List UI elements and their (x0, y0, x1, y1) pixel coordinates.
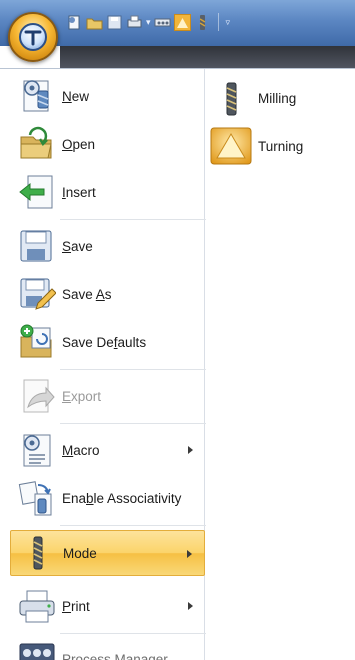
menu-divider (60, 423, 208, 424)
application-menu-button[interactable] (8, 12, 58, 62)
menu-item-insert[interactable]: Insert (10, 169, 205, 215)
menu-item-enable-associativity[interactable]: Enable Associativity (10, 475, 205, 521)
menu-item-label: Save Defaults (62, 334, 147, 350)
save-defaults-icon (18, 323, 56, 361)
command-list: New Open Insert Save Save As Save Defaul… (8, 69, 208, 660)
submenu-item-label: Milling (258, 90, 297, 106)
submenu-item-label: Turning (258, 138, 304, 154)
dropdown-arrow-icon[interactable]: ▾ (146, 17, 151, 28)
turning-icon (210, 127, 252, 165)
export-icon (18, 377, 56, 415)
menu-item-label: Process Manager (62, 651, 168, 660)
menu-item-export[interactable]: Export (10, 373, 205, 419)
menu-item-label: Print (62, 598, 90, 614)
menu-item-process-manager[interactable]: Process Manager (10, 636, 205, 660)
menu-divider (60, 633, 208, 634)
menu-item-label: Save (62, 238, 93, 254)
menu-divider (60, 369, 208, 370)
open-folder-icon[interactable] (86, 14, 103, 31)
print-icon (18, 587, 56, 625)
menu-item-save-defaults[interactable]: Save Defaults (10, 319, 205, 365)
menu-item-label: Mode (63, 545, 97, 561)
menu-item-new[interactable]: New (10, 73, 205, 119)
menu-item-save[interactable]: Save (10, 223, 205, 269)
new-file-icon[interactable] (66, 14, 83, 31)
application-menu: New Open Insert Save Save As Save Defaul… (0, 68, 355, 660)
menu-item-label: Macro (62, 442, 100, 458)
toolbar-separator (217, 13, 219, 31)
toolbar-icon[interactable] (154, 14, 171, 31)
submenu-arrow-icon (187, 550, 192, 558)
menu-divider (60, 219, 208, 220)
menu-divider (60, 525, 208, 526)
submenu-arrow-icon (188, 602, 193, 610)
save-as-icon (18, 275, 57, 313)
menu-item-save-as[interactable]: Save As (10, 271, 205, 317)
menu-item-open[interactable]: Open (10, 121, 205, 167)
menu-item-label: Open (62, 136, 96, 152)
ribbon-strip (60, 46, 355, 68)
submenu-item-milling[interactable]: Milling (206, 75, 355, 121)
mode-icon (19, 534, 57, 572)
turning-mode-icon[interactable] (173, 13, 191, 31)
associativity-icon (18, 479, 56, 517)
save-icon[interactable] (106, 14, 123, 31)
menu-item-label: Save As (62, 286, 112, 302)
menu-item-print[interactable]: Print (10, 583, 205, 629)
menu-item-mode[interactable]: Mode (10, 530, 205, 576)
submenu-item-turning[interactable]: Turning (206, 123, 355, 169)
menu-item-label: Enable Associativity (62, 490, 182, 506)
process-manager-icon (18, 640, 56, 660)
menu-item-label: New (62, 88, 90, 104)
milling-tool-icon[interactable] (194, 14, 211, 31)
submenu-arrow-icon (188, 446, 193, 454)
menu-item-label: Insert (62, 184, 96, 200)
open-folder-icon (18, 125, 56, 163)
print-icon[interactable] (126, 14, 143, 31)
insert-icon (18, 173, 56, 211)
new-file-icon (18, 77, 56, 115)
menu-item-macro[interactable]: Macro (10, 427, 205, 473)
save-icon (18, 227, 56, 265)
app-logo-mark-icon (24, 30, 42, 46)
quick-access-toolbar: ▾ ▿ (66, 10, 230, 34)
menu-item-label: Export (62, 388, 102, 404)
macro-icon (18, 431, 56, 469)
customize-icon[interactable]: ▿ (226, 17, 231, 28)
milling-icon (210, 79, 252, 117)
mode-submenu: Milling Turning (206, 69, 355, 660)
